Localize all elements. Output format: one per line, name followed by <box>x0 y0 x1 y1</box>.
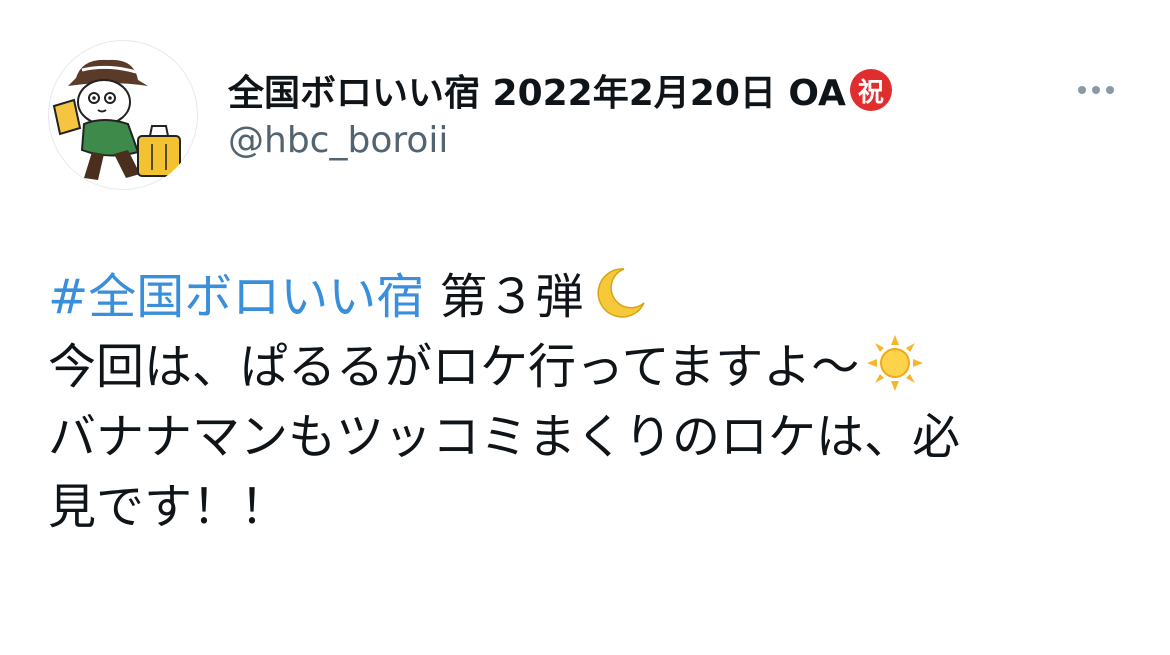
tweet-card: 全国ボロいい宿 2022年2月20日 OA 祝 @hbc_boroii #全国ボ… <box>0 0 1170 655</box>
tweet-text-segment: 今回は、ぱるるがロケ行ってますよ～ <box>48 339 860 395</box>
avatar-illustration <box>52 59 181 180</box>
author-name-row[interactable]: 全国ボロいい宿 2022年2月20日 OA 祝 <box>228 64 892 116</box>
tweet-text-segment: 第３弾 <box>424 269 584 325</box>
tweet-text: #全国ボロいい宿 第３弾 今回は、ぱるるがロケ行ってますよ～ バナナマンもツッコ… <box>48 262 1128 542</box>
sun-icon <box>867 335 924 391</box>
hashtag-link[interactable]: #全国ボロいい宿 <box>48 269 424 325</box>
display-name[interactable]: 全国ボロいい宿 2022年2月20日 OA <box>228 64 846 116</box>
more-horizontal-icon <box>1092 86 1100 94</box>
more-horizontal-icon <box>1078 86 1086 94</box>
tweet-line-3: バナナマンもツッコミまくりのロケは、必 <box>48 409 961 465</box>
crescent-moon-icon <box>596 268 645 318</box>
tweet-line-4: 見です！！ <box>48 479 289 535</box>
celebrate-badge-icon: 祝 <box>849 69 892 111</box>
more-horizontal-icon <box>1106 86 1114 94</box>
avatar[interactable] <box>48 40 198 190</box>
tweet-line-1: #全国ボロいい宿 第３弾 <box>48 262 1128 332</box>
more-options-button[interactable] <box>1068 70 1124 110</box>
user-handle[interactable]: @hbc_boroii <box>228 120 448 161</box>
tweet-line-2: 今回は、ぱるるがロケ行ってますよ～ <box>48 332 1128 402</box>
